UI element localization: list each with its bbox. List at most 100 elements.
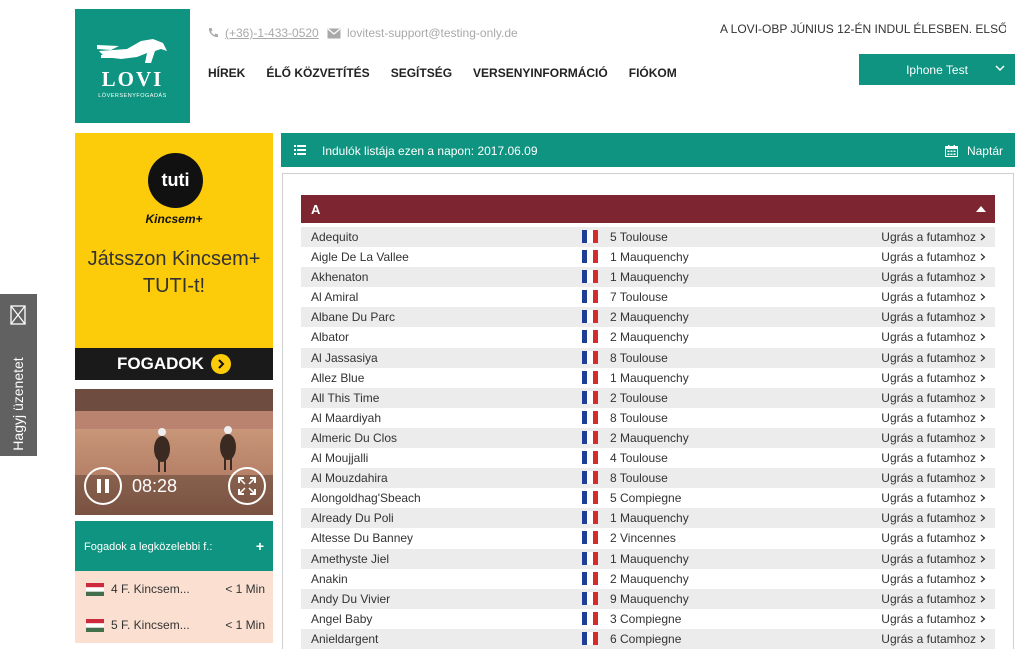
jump-label: Ugrás a futamhoz	[881, 350, 976, 365]
nav-item-news[interactable]: HÍREK	[208, 66, 245, 80]
calendar-button[interactable]: Naptár	[944, 144, 1003, 158]
chevron-right-icon	[980, 555, 986, 562]
jump-to-race-link[interactable]: Ugrás a futamhoz	[881, 531, 986, 545]
race-name: 5 Compiegne	[610, 491, 682, 506]
jump-to-race-link[interactable]: Ugrás a futamhoz	[881, 310, 986, 324]
france-flag-icon	[582, 390, 598, 404]
phone-number[interactable]: (+36)-1-433-0520	[225, 26, 319, 40]
starter-row: Al Jassasiya 8 Toulouse Ugrás a futamhoz	[301, 347, 995, 368]
race-name: 8 Toulouse	[610, 410, 668, 425]
email-contact[interactable]: lovitest-support@testing-only.de	[327, 25, 518, 41]
jump-label: Ugrás a futamhoz	[881, 370, 976, 385]
upcoming-race-name: 4 F. Kincsem...	[111, 582, 190, 596]
jump-to-race-link[interactable]: Ugrás a futamhoz	[881, 270, 986, 284]
jump-label: Ugrás a futamhoz	[881, 230, 976, 244]
france-flag-icon	[582, 350, 598, 364]
phone-contact[interactable]: (+36)-1-433-0520	[207, 25, 319, 41]
france-flag-icon	[582, 531, 598, 545]
chevron-right-icon	[980, 434, 986, 442]
france-flag-icon	[582, 290, 598, 304]
user-account-select[interactable]: Iphone Test	[859, 54, 1015, 85]
jump-to-race-link[interactable]: Ugrás a futamhoz	[881, 612, 986, 626]
jump-to-race-link[interactable]: Ugrás a futamhoz	[881, 511, 986, 525]
fullscreen-icon[interactable]	[228, 467, 266, 505]
calendar-icon	[944, 145, 958, 157]
nav-item-account[interactable]: FIÓKOM	[629, 66, 677, 80]
race-name: 9 Mauquenchy	[610, 591, 689, 606]
jump-to-race-link[interactable]: Ugrás a futamhoz	[881, 592, 986, 606]
starters-list-title: Indulók listája ezen a napon: 2017.06.09	[322, 144, 538, 158]
jump-to-race-link[interactable]: Ugrás a futamhoz	[881, 250, 986, 264]
calendar-label: Naptár	[966, 144, 1003, 158]
chevron-right-icon	[980, 575, 986, 583]
live-video-player[interactable]: 08:28	[75, 389, 273, 515]
horse-name: Al Jassasiya	[311, 350, 378, 365]
feedback-label: Hagyj üzenetet	[10, 357, 26, 451]
jump-to-race-link[interactable]: Ugrás a futamhoz	[881, 371, 986, 385]
jump-label: Ugrás a futamhoz	[881, 451, 976, 466]
chevron-right-icon	[980, 273, 986, 281]
starter-row: Akhenaton 1 Mauquenchy Ugrás a futamhoz	[301, 267, 995, 288]
video-time: 08:28	[132, 476, 178, 496]
jump-label: Ugrás a futamhoz	[881, 591, 976, 606]
jump-label: Ugrás a futamhoz	[881, 611, 976, 626]
nav-item-live[interactable]: ÉLŐ KÖZVETÍTÉS	[266, 66, 369, 80]
hungary-flag-icon	[86, 619, 104, 632]
jump-to-race-link[interactable]: Ugrás a futamhoz	[881, 572, 986, 586]
jump-to-race-link[interactable]: Ugrás a futamhoz	[881, 351, 986, 365]
caret-up-icon[interactable]	[976, 206, 986, 212]
feedback-tab[interactable]: Hagyj üzenetet	[0, 294, 37, 456]
jump-to-race-link[interactable]: Ugrás a futamhoz	[881, 411, 986, 425]
jump-to-race-link[interactable]: Ugrás a futamhoz	[881, 290, 986, 304]
starter-row: Al Moujjalli 4 Toulouse Ugrás a futamhoz	[301, 448, 995, 469]
jump-label: Ugrás a futamhoz	[881, 471, 976, 486]
user-name: Iphone Test	[906, 62, 968, 77]
chevron-right-icon	[980, 514, 986, 522]
jump-to-race-link[interactable]: Ugrás a futamhoz	[881, 552, 986, 566]
jump-label: Ugrás a futamhoz	[881, 330, 976, 345]
upcoming-race-item[interactable]: 4 F. Kincsem... < 1 Min	[75, 571, 273, 607]
support-email[interactable]: lovitest-support@testing-only.de	[347, 26, 518, 40]
race-name: 3 Compiegne	[610, 611, 682, 626]
lovi-logo[interactable]: LOVI LÓVERSENYFOGADÁS	[75, 9, 190, 123]
race-name: 6 Compiegne	[610, 631, 682, 646]
starter-row: Already Du Poli 1 Mauquenchy Ugrás a futam…	[301, 508, 995, 529]
horse-name: Anakin	[311, 571, 348, 586]
jump-label: Ugrás a futamhoz	[881, 491, 976, 506]
nav-item-raceinfo[interactable]: VERSENYINFORMÁCIÓ	[473, 66, 608, 80]
promo-text-line1: Játsszon Kincsem+	[87, 248, 261, 270]
jump-to-race-link[interactable]: Ugrás a futamhoz	[881, 391, 986, 405]
starter-row: All This Time 2 Toulouse Ugrás a futamhoz	[301, 387, 995, 408]
jump-label: Ugrás a futamhoz	[881, 270, 976, 285]
kincsem-promo-banner[interactable]: tuti Kincsem+ Játsszon Kincsem+ TUTI-t! …	[75, 133, 273, 380]
upcoming-race-time: < 1 Min	[225, 618, 265, 632]
chevron-right-icon	[980, 615, 986, 623]
jump-to-race-link[interactable]: Ugrás a futamhoz	[881, 330, 986, 344]
horse-name: Anieldargent	[311, 631, 379, 646]
starter-row: Al Amiral 7 Toulouse Ugrás a futamhoz	[301, 287, 995, 308]
upcoming-race-item[interactable]: 5 F. Kincsem... < 1 Min	[75, 607, 273, 643]
video-horses-image	[154, 426, 236, 472]
jump-to-race-link[interactable]: Ugrás a futamhoz	[881, 431, 986, 445]
france-flag-icon	[582, 330, 598, 344]
news-ticker: A LOVI-OBP JÚNIUS 12-ÉN INDUL ÉLESBEN. E…	[720, 22, 1006, 36]
pause-icon[interactable]	[84, 467, 122, 505]
jump-to-race-link[interactable]: Ugrás a futamhoz	[881, 451, 986, 465]
plus-icon[interactable]: +	[256, 538, 264, 554]
jump-to-race-link[interactable]: Ugrás a futamhoz	[881, 230, 986, 244]
horse-name: Albator	[311, 330, 350, 345]
jump-label: Ugrás a futamhoz	[881, 531, 976, 546]
bet-button[interactable]: FOGADOK	[75, 348, 273, 380]
race-name: 1 Mauquenchy	[610, 511, 689, 526]
jump-to-race-link[interactable]: Ugrás a futamhoz	[881, 471, 986, 485]
france-flag-icon	[582, 230, 598, 243]
starter-row: Albator 2 Mauquenchy Ugrás a futamhoz	[301, 327, 995, 348]
hungary-flag-icon	[86, 583, 104, 596]
jump-to-race-link[interactable]: Ugrás a futamhoz	[881, 632, 986, 646]
nav-item-help[interactable]: SEGÍTSÉG	[391, 66, 452, 80]
upcoming-header[interactable]: Fogadok a legközelebbi f.: +	[75, 521, 273, 571]
jump-label: Ugrás a futamhoz	[881, 250, 976, 265]
race-name: 2 Mauquenchy	[610, 310, 689, 325]
jump-to-race-link[interactable]: Ugrás a futamhoz	[881, 491, 986, 505]
letter-section-header[interactable]: A	[301, 195, 995, 223]
